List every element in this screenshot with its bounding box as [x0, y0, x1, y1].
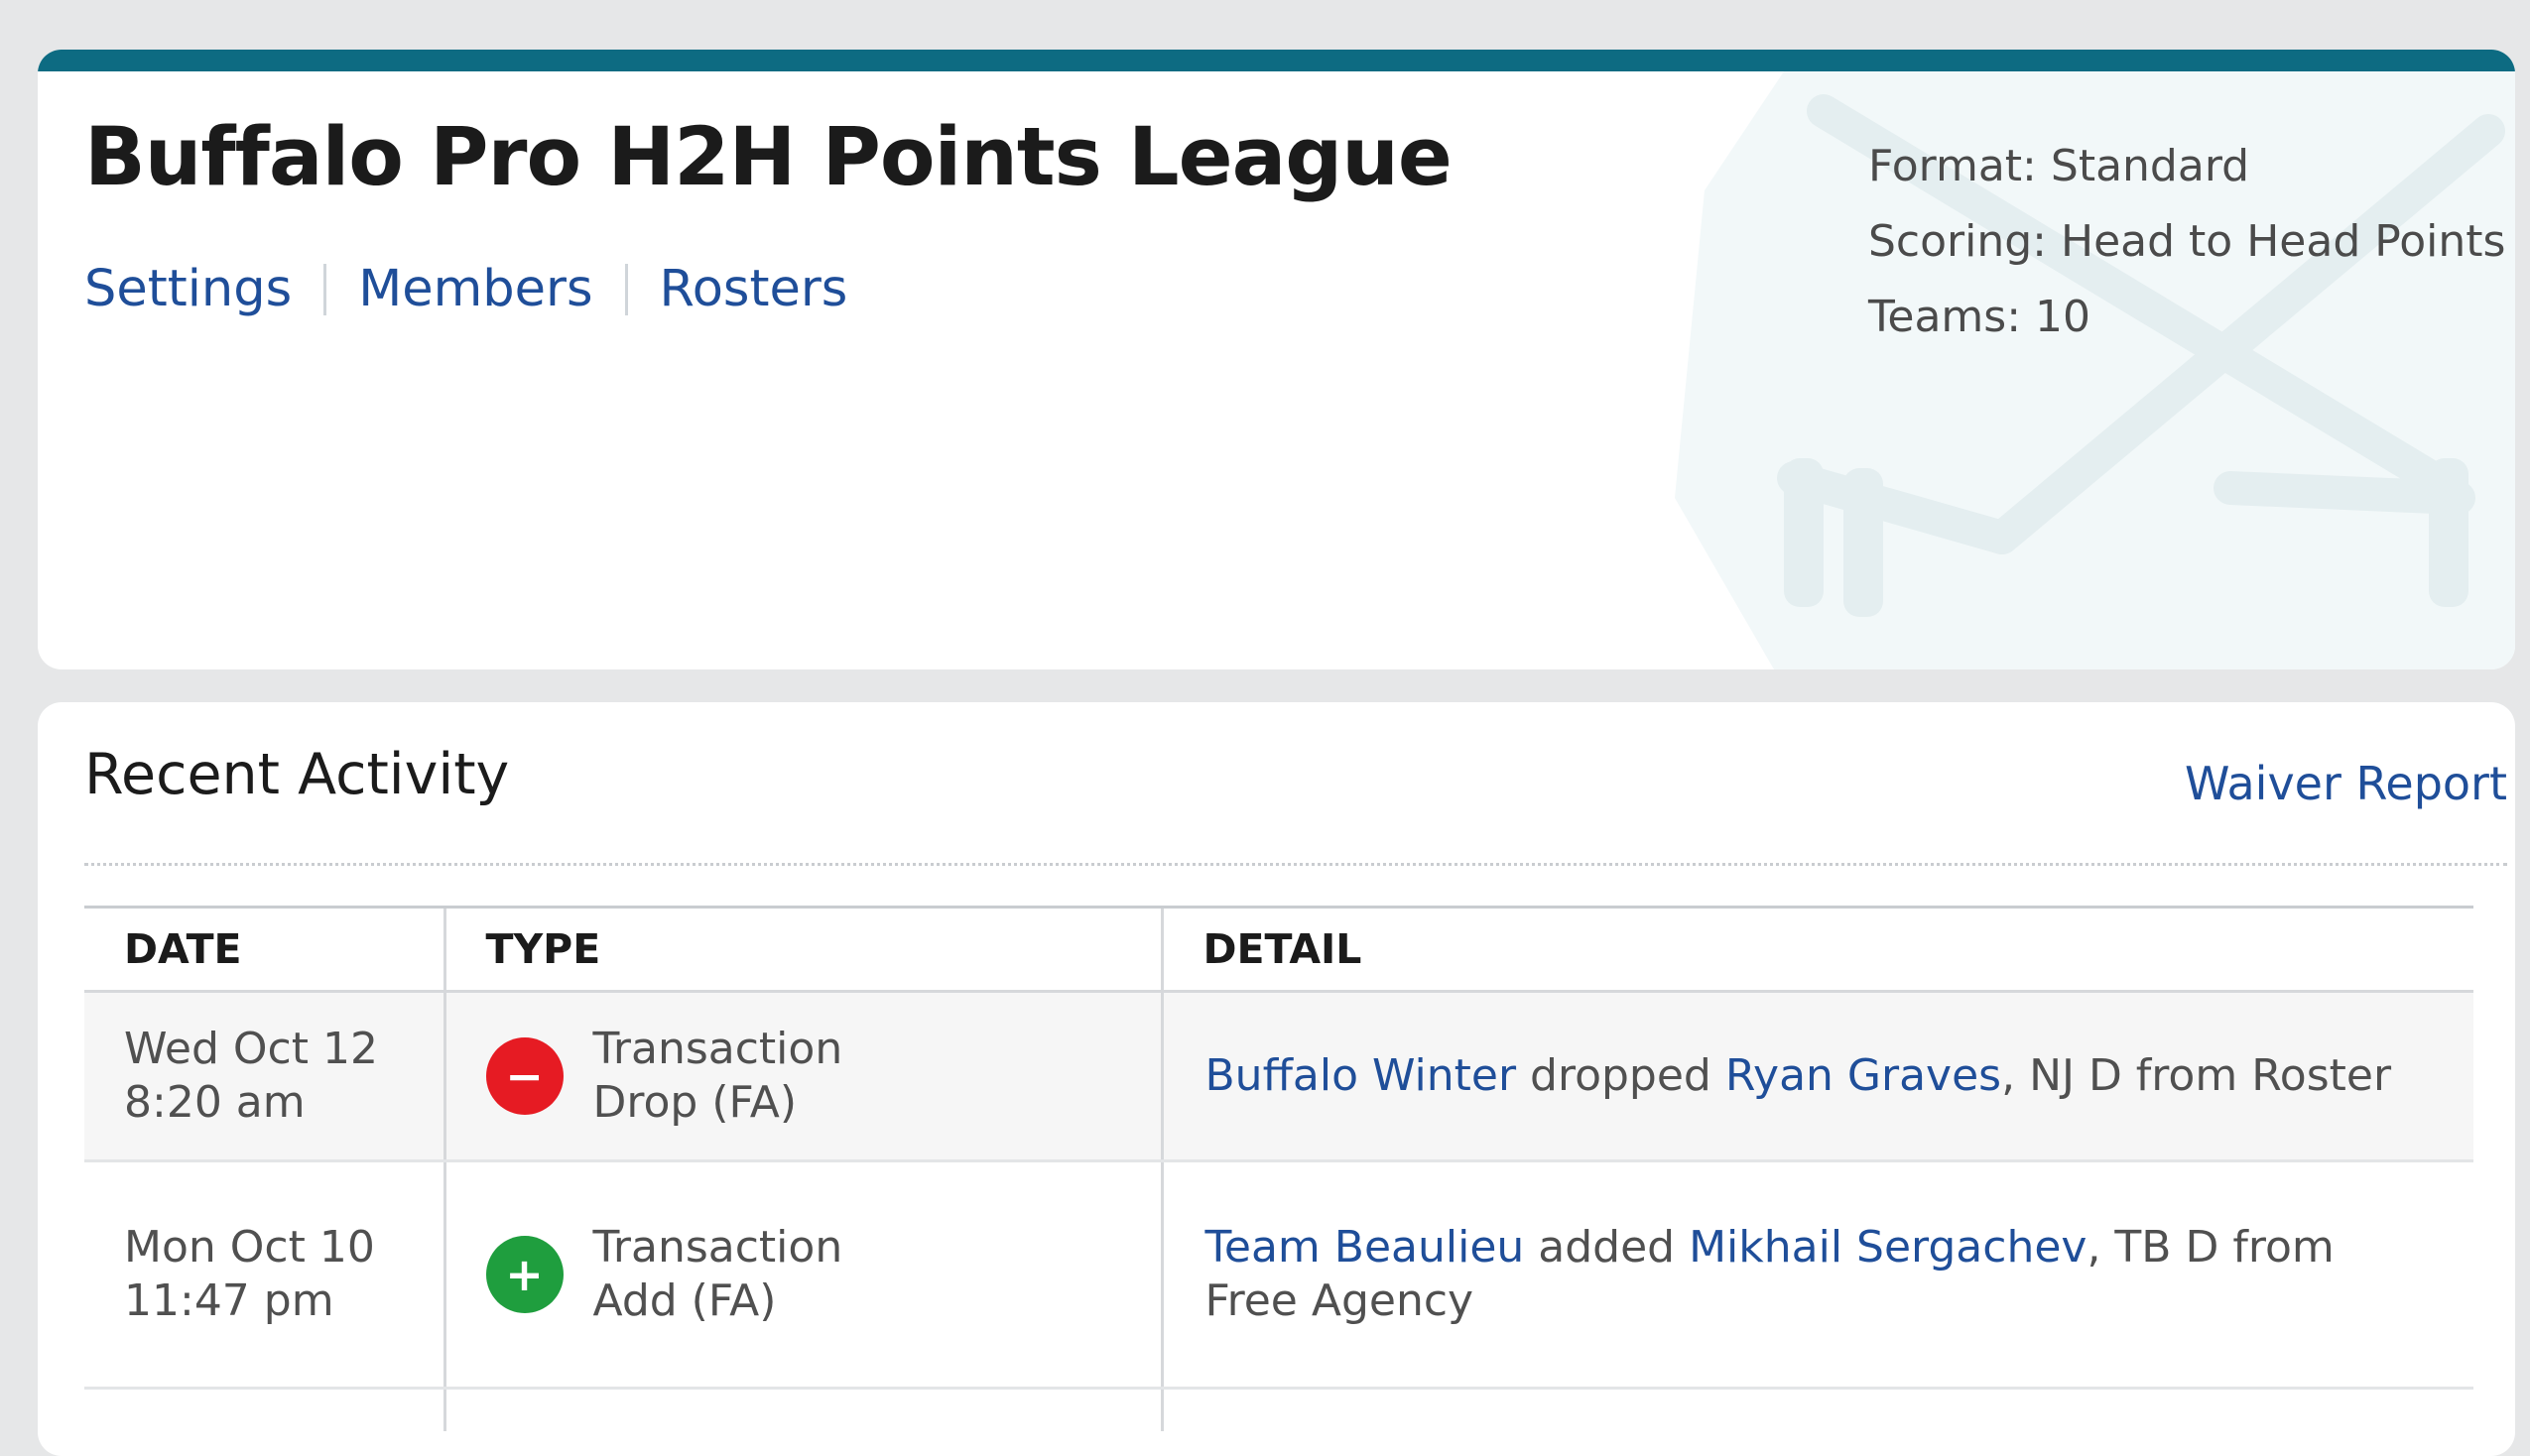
detail-cell: Buffalo Winter dropped Ryan Graves, NJ D…	[1160, 991, 2473, 1162]
recent-activity-title: Recent Activity	[84, 742, 510, 807]
members-link[interactable]: Members	[358, 260, 592, 318]
column-header-type: TYPE	[443, 906, 1162, 993]
settings-link[interactable]: Settings	[84, 260, 292, 318]
table-row: Mon Oct 10 11:47 pm + Transaction Add (F…	[84, 1160, 2473, 1390]
team-link[interactable]: Buffalo Winter	[1205, 1050, 1517, 1101]
league-meta: Format: Standard Scoring: Head to Head P…	[1868, 129, 2505, 355]
type-sublabel: Drop (FA)	[592, 1077, 798, 1128]
type-label: Transaction	[592, 1024, 843, 1074]
nav-divider	[624, 263, 628, 315]
type-cell: − Transaction Drop (FA)	[443, 991, 1162, 1162]
nav-divider	[323, 263, 327, 315]
detail-verb: added	[1524, 1222, 1690, 1273]
recent-activity-card: Recent Activity Waiver Report DATE TYPE …	[38, 702, 2515, 1456]
divider	[84, 863, 2507, 866]
scoring-info: Scoring: Head to Head Points	[1868, 204, 2505, 280]
time-text: 8:20 am	[124, 1077, 306, 1128]
detail-cell: Team Beaulieu added Mikhail Sergachev, T…	[1160, 1160, 2473, 1390]
teams-info: Teams: 10	[1868, 280, 2505, 355]
player-link[interactable]: Ryan Graves	[1725, 1050, 2001, 1101]
activity-table: DATE TYPE DETAIL Wed Oct 12 8:20 am − Tr…	[84, 906, 2473, 1431]
team-link[interactable]: Team Beaulieu	[1205, 1222, 1525, 1273]
column-header-detail: DETAIL	[1160, 906, 2473, 993]
format-value: Standard	[2050, 141, 2250, 191]
scoring-label: Scoring:	[1868, 216, 2047, 267]
date-text: Wed Oct 12	[124, 1024, 378, 1074]
plus-icon: +	[485, 1236, 564, 1313]
column-header-date: DATE	[84, 906, 444, 993]
league-header-card: Buffalo Pro H2H Points League Settings M…	[38, 50, 2515, 669]
date-cell: Mon Oct 10 11:47 pm	[84, 1160, 444, 1390]
waiver-report-link[interactable]: Waiver Report	[2185, 757, 2507, 810]
format-info: Format: Standard	[1868, 129, 2505, 204]
teams-value: 10	[2035, 292, 2091, 342]
date-cell: Wed Oct 12 8:20 am	[84, 991, 444, 1162]
league-title: Buffalo Pro H2H Points League	[84, 111, 1453, 204]
table-row	[84, 1388, 2473, 1431]
scoring-value: Head to Head Points	[2061, 216, 2506, 267]
minus-icon: −	[485, 1037, 564, 1115]
table-row: Wed Oct 12 8:20 am − Transaction Drop (F…	[84, 991, 2473, 1162]
time-text: 11:47 pm	[124, 1275, 334, 1326]
date-cell	[84, 1388, 444, 1431]
type-cell	[443, 1388, 1162, 1431]
format-label: Format:	[1868, 141, 2037, 191]
date-text: Mon Oct 10	[124, 1222, 375, 1273]
type-label: Transaction	[592, 1222, 843, 1273]
accent-bar	[38, 50, 2515, 71]
type-sublabel: Add (FA)	[592, 1275, 777, 1326]
detail-cell	[1160, 1388, 2473, 1431]
rosters-link[interactable]: Rosters	[660, 260, 848, 318]
teams-label: Teams:	[1868, 292, 2022, 342]
type-cell: + Transaction Add (FA)	[443, 1160, 1162, 1390]
detail-rest: , NJ D from Roster	[2001, 1050, 2392, 1101]
detail-verb: dropped	[1516, 1050, 1725, 1101]
table-header-row: DATE TYPE DETAIL	[84, 906, 2473, 993]
league-nav: Settings Members Rosters	[84, 260, 847, 318]
player-link[interactable]: Mikhail Sergachev	[1689, 1222, 2087, 1273]
